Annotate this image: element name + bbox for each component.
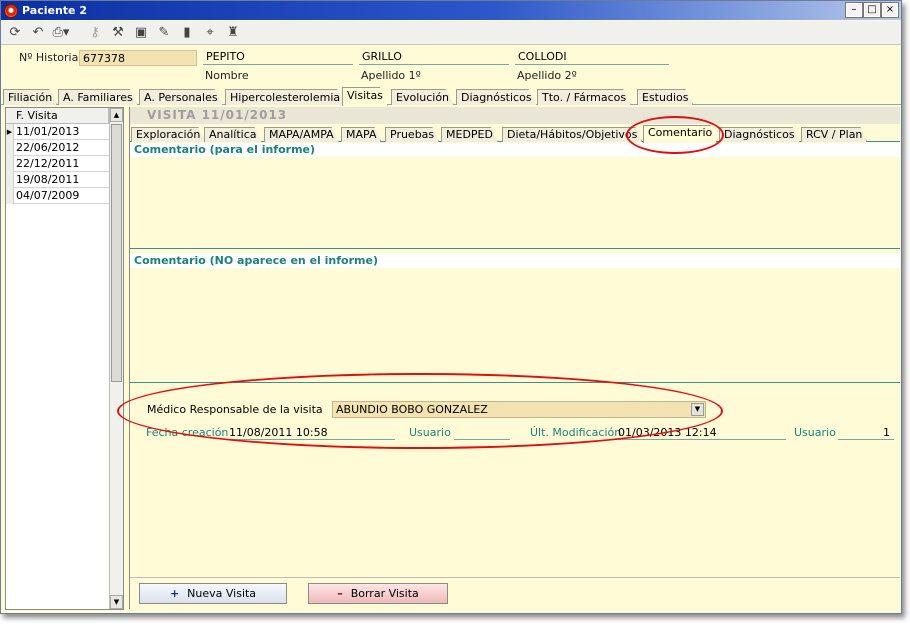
visit-date: 19/08/2011: [16, 173, 80, 186]
tab-familiares[interactable]: A. Familiares: [58, 89, 138, 105]
tab-farmacos[interactable]: Tto. / Fármacos: [537, 89, 631, 105]
report-comment-field[interactable]: [130, 157, 900, 249]
apellido1-label: Apellido 1º: [361, 69, 421, 82]
tab-medped[interactable]: MEDPED: [441, 127, 498, 142]
scroll-up-icon[interactable]: ▲: [110, 108, 123, 122]
visit-date: 22/12/2011: [16, 157, 80, 170]
tab-exploracion[interactable]: Exploración: [131, 127, 205, 142]
delete-icon[interactable]: ▮: [177, 24, 197, 42]
private-comment-label: Comentario (NO aparece en el informe): [130, 254, 900, 268]
nombre-label: Nombre: [205, 69, 249, 82]
main-tabs: Filiación A. Familiares A. Personales Hi…: [1, 87, 901, 105]
tab-mapa[interactable]: MAPA: [341, 127, 381, 142]
visit-date: 04/07/2009: [16, 189, 80, 202]
tools-icon[interactable]: ⚒: [108, 24, 128, 42]
visit-date: 22/06/2012: [16, 141, 80, 154]
close-button[interactable]: ×: [881, 2, 899, 18]
tab-personales[interactable]: A. Personales: [139, 89, 223, 105]
tab-diagnosticos[interactable]: Diagnósticos: [456, 89, 537, 105]
save-icon[interactable]: ▣: [131, 24, 151, 42]
user-label: Usuario: [409, 426, 451, 439]
patient-window: Paciente 2 – □ × ⟳ ↶ ⎙▾ ⚷ ⚒ ▣ ✎ ▮ ⌖ ♜ Nº…: [0, 0, 902, 614]
tab-dieta[interactable]: Dieta/Hábitos/Objetivos: [502, 127, 642, 142]
print-icon[interactable]: ⎙▾: [51, 24, 71, 42]
window-title: Paciente 2: [22, 4, 87, 17]
tab-diagnosticos-visita[interactable]: Diagnósticos: [719, 127, 800, 142]
report-comment-label: Comentario (para el informe): [130, 143, 900, 157]
delete-visit-button[interactable]: – Borrar Visita: [308, 583, 448, 604]
minus-icon: –: [337, 587, 343, 600]
apellido2-field[interactable]: COLLODI: [515, 49, 669, 65]
tab-rcv-plan[interactable]: RCV / Plan: [801, 127, 867, 142]
button-bar: + Nueva Visita – Borrar Visita: [130, 577, 900, 609]
doctor-select[interactable]: ABUNDIO BOBO GONZALEZ ▼: [332, 401, 706, 418]
minimize-button[interactable]: –: [845, 2, 863, 18]
refresh-icon[interactable]: ⟳: [5, 24, 25, 42]
tab-analitica[interactable]: Analítica: [204, 127, 262, 142]
scroll-thumb[interactable]: [111, 124, 122, 382]
list-item[interactable]: ▶ 11/01/2013: [6, 124, 109, 140]
private-comment-field[interactable]: [130, 268, 900, 382]
new-visit-button[interactable]: + Nueva Visita: [139, 583, 287, 604]
list-item[interactable]: 19/08/2011: [6, 172, 109, 188]
doctor-label: Médico Responsable de la visita: [147, 403, 323, 416]
modified-value: 01/03/2013 12:14: [616, 425, 786, 440]
tab-hipercolesterolemia[interactable]: Hipercolesterolemia: [225, 89, 345, 105]
app-logo-icon: [4, 3, 18, 18]
patient-header: Nº Historia 677378 PEPITO Nombre GRILLO …: [1, 45, 901, 85]
key-icon[interactable]: ⚷: [85, 24, 105, 42]
chevron-down-icon[interactable]: ▼: [691, 403, 704, 416]
visit-list-header[interactable]: F. Visita: [6, 108, 109, 124]
visit-list[interactable]: F. Visita ▶ 11/01/2013 22/06/2012 22/12/2…: [5, 107, 124, 610]
apellido1-field[interactable]: GRILLO: [359, 49, 509, 65]
historia-field[interactable]: 677378: [79, 50, 197, 66]
created-value: 11/08/2011 10:58: [227, 425, 395, 440]
tab-comentario[interactable]: Comentario: [643, 125, 717, 143]
visit-footer: Médico Responsable de la visita ABUNDIO …: [130, 382, 900, 577]
visit-date: 11/01/2013: [16, 125, 80, 138]
plus-icon: +: [169, 587, 180, 600]
historia-label: Nº Historia: [19, 51, 79, 64]
modified-label: Últ. Modificación: [530, 426, 622, 439]
tab-visitas[interactable]: Visitas: [342, 87, 388, 106]
tab-estudios[interactable]: Estudios: [637, 89, 693, 105]
visit-list-scrollbar[interactable]: ▲ ▼: [109, 108, 123, 609]
toolbar: ⟳ ↶ ⎙▾ ⚷ ⚒ ▣ ✎ ▮ ⌖ ♜: [1, 21, 901, 45]
user2-label: Usuario: [794, 426, 836, 439]
user-value: [454, 425, 510, 440]
visit-title: VISITA 11/01/2013: [130, 107, 900, 124]
created-label: Fecha creación: [146, 426, 229, 439]
list-item[interactable]: 22/06/2012: [6, 140, 109, 156]
nombre-field[interactable]: PEPITO: [203, 49, 353, 65]
doctor-value: ABUNDIO BOBO GONZALEZ: [336, 403, 488, 416]
tab-pruebas[interactable]: Pruebas: [385, 127, 439, 142]
scroll-down-icon[interactable]: ▼: [110, 595, 123, 609]
tab-mapa-ampa[interactable]: MAPA/AMPA: [264, 127, 339, 142]
chair-icon[interactable]: ♜: [223, 24, 243, 42]
user2-value: 1: [838, 425, 894, 440]
list-item[interactable]: 04/07/2009: [6, 188, 109, 204]
title-bar: Paciente 2 – □ ×: [1, 1, 901, 20]
visit-content: VISITA 11/01/2013 Exploración Analítica …: [129, 107, 901, 609]
row-selector-icon: ▶: [6, 124, 14, 140]
chart-icon[interactable]: ⌖: [200, 24, 220, 42]
edit-icon[interactable]: ✎: [154, 24, 174, 42]
tab-evolucion[interactable]: Evolución: [391, 89, 454, 105]
apellido2-label: Apellido 2º: [517, 69, 577, 82]
undo-icon[interactable]: ↶: [28, 24, 48, 42]
list-item[interactable]: 22/12/2011: [6, 156, 109, 172]
maximize-button[interactable]: □: [863, 2, 881, 18]
tab-filiacion[interactable]: Filiación: [3, 89, 57, 105]
sub-tabs: Exploración Analítica MAPA/AMPA MAPA Pru…: [130, 124, 900, 142]
